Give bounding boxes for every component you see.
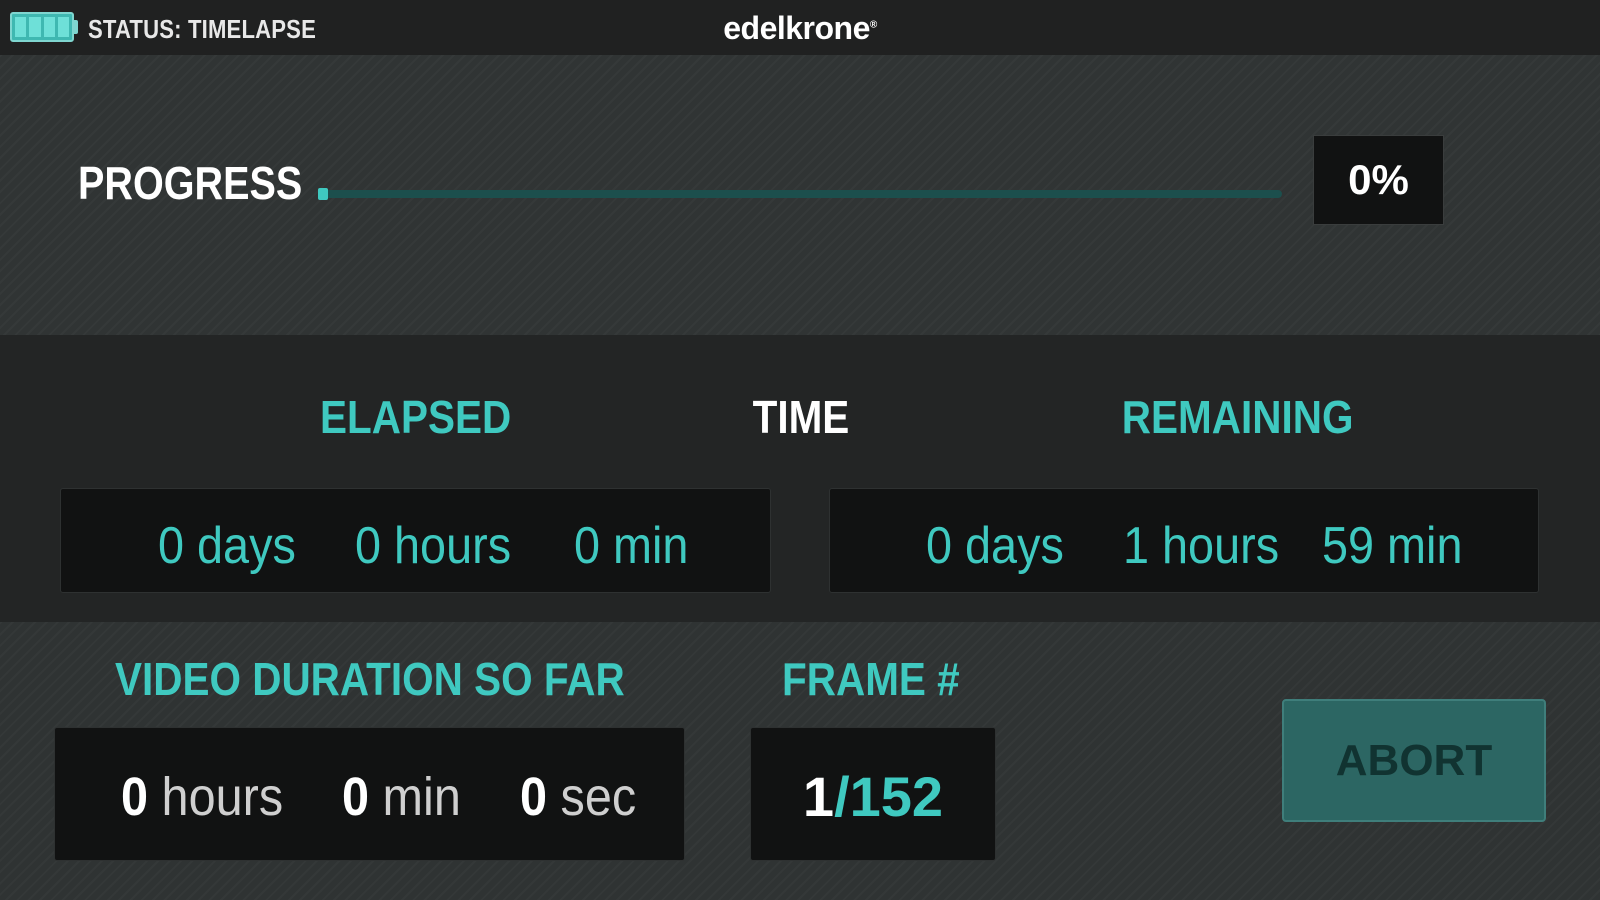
elapsed-days: 0 days (158, 517, 296, 575)
progress-percent: 0% (1313, 135, 1444, 225)
video-hours-value: 0 (121, 767, 149, 827)
video-sec-unit: sec (560, 767, 637, 827)
progress-bar (322, 190, 1282, 198)
frame-box: 1/152 (750, 727, 996, 861)
remaining-time-box: 0 days 1 hours 59 min (829, 488, 1539, 593)
video-sec-value: 0 (520, 767, 548, 827)
video-min-value: 0 (342, 767, 370, 827)
video-hours: 0 hours (121, 766, 283, 828)
video-min: 0 min (342, 766, 461, 828)
elapsed-hours: 0 hours (355, 517, 512, 575)
abort-button[interactable]: ABORT (1282, 699, 1546, 822)
elapsed-time-box: 0 days 0 hours 0 min (60, 488, 771, 593)
frame-current: 1 (802, 765, 835, 828)
elapsed-min: 0 min (574, 517, 689, 575)
remaining-days: 0 days (926, 517, 1064, 575)
remaining-label: REMAINING (1121, 391, 1354, 443)
elapsed-label: ELAPSED (320, 391, 512, 443)
time-label: TIME (752, 391, 850, 443)
frame-label: FRAME # (782, 653, 960, 705)
video-duration-box: 0 hours 0 min 0 sec (54, 727, 685, 861)
progress-label: PROGRESS (78, 157, 303, 209)
brand-logo: edelkrone® (723, 10, 877, 46)
video-hours-unit: hours (161, 767, 284, 827)
remaining-hours: 1 hours (1123, 517, 1280, 575)
video-duration-label: VIDEO DURATION SO FAR (115, 653, 625, 705)
video-min-unit: min (382, 767, 461, 827)
top-bar: STATUS: TIMELAPSE edelkrone® (0, 0, 1600, 55)
progress-knob (318, 188, 328, 200)
video-sec: 0 sec (520, 766, 636, 828)
frame-counter: 1/152 (751, 764, 995, 829)
remaining-min: 59 min (1322, 517, 1463, 575)
frame-total: /152 (834, 765, 944, 828)
